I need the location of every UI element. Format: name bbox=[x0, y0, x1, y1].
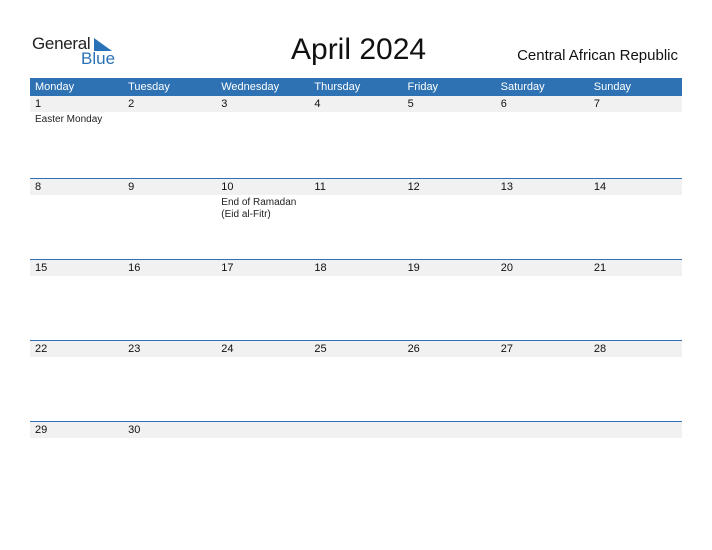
day-cell: 14 bbox=[589, 179, 682, 260]
day-number: 21 bbox=[593, 262, 607, 274]
day-number: 3 bbox=[221, 98, 228, 110]
day-number: 11 bbox=[314, 181, 326, 193]
day-cell: 26 bbox=[403, 341, 496, 422]
day-number: 22 bbox=[35, 343, 48, 355]
holiday-label: End of Ramadan (Eid al-Fitr) bbox=[221, 197, 297, 220]
logo-blue-text: Blue bbox=[81, 49, 116, 68]
day-cell: 18 bbox=[309, 260, 402, 341]
day-cell: 12 bbox=[403, 179, 496, 260]
day-cell: 13 bbox=[496, 179, 589, 260]
day-number: 20 bbox=[500, 262, 513, 274]
day-cell bbox=[496, 422, 589, 503]
day-number: 10 bbox=[221, 181, 234, 193]
week-row: 15 16 17 18 19 20 21 bbox=[30, 259, 682, 341]
day-cell: 28 bbox=[589, 341, 682, 422]
day-cell: 16 bbox=[123, 260, 216, 341]
day-cell: 3 bbox=[216, 96, 309, 177]
day-cell: 25 bbox=[309, 341, 402, 422]
weekday-saturday: Saturday bbox=[500, 81, 545, 93]
day-number: 6 bbox=[500, 98, 507, 110]
day-cell: 21 bbox=[589, 260, 682, 341]
day-cell: 6 bbox=[496, 96, 589, 177]
day-number: 4 bbox=[314, 98, 321, 110]
day-cell bbox=[309, 422, 402, 503]
weekday-friday: Friday bbox=[407, 81, 439, 93]
day-number: 15 bbox=[35, 262, 48, 274]
day-cell: 4 bbox=[309, 96, 402, 177]
day-cell bbox=[589, 422, 682, 503]
logo: General Blue bbox=[32, 34, 122, 70]
weekday-wednesday: Wednesday bbox=[221, 81, 280, 93]
day-number: 23 bbox=[128, 343, 141, 355]
day-cell: 9 bbox=[123, 179, 216, 260]
weekday-sunday: Sunday bbox=[593, 81, 632, 93]
day-number: 1 bbox=[35, 98, 42, 110]
day-cell: 5 bbox=[403, 96, 496, 177]
weekday-header: Monday Tuesday Wednesday Thursday Friday… bbox=[30, 78, 682, 96]
day-number: 8 bbox=[35, 181, 42, 193]
day-cell: 22 bbox=[30, 341, 123, 422]
day-number: 30 bbox=[128, 424, 141, 436]
day-number: 29 bbox=[35, 424, 48, 436]
day-number: 16 bbox=[128, 262, 141, 274]
week-row: 8 9 10 End of Ramadan (Eid al-Fitr) 11 12 13 14 bbox=[30, 178, 682, 260]
week-row: 22 23 24 25 26 27 28 bbox=[30, 340, 682, 422]
day-number: 27 bbox=[500, 343, 513, 355]
day-cell: 17 bbox=[216, 260, 309, 341]
day-number: 7 bbox=[593, 98, 600, 110]
day-cell: 23 bbox=[123, 341, 216, 422]
calendar-title: April 2024 bbox=[291, 33, 427, 66]
weekday-tuesday: Tuesday bbox=[128, 81, 170, 93]
day-number: 28 bbox=[593, 343, 607, 355]
day-number: 26 bbox=[407, 343, 420, 355]
country-name: Central African Republic bbox=[517, 47, 678, 64]
day-number: 17 bbox=[221, 262, 234, 274]
day-number: 5 bbox=[407, 98, 414, 110]
day-number: 9 bbox=[128, 181, 135, 193]
day-number: 14 bbox=[593, 181, 607, 193]
day-cell: 24 bbox=[216, 341, 309, 422]
day-cell: 2 bbox=[123, 96, 216, 177]
day-cell: 29 bbox=[30, 422, 123, 503]
day-cell bbox=[216, 422, 309, 503]
day-cell: 8 bbox=[30, 179, 123, 260]
week-row: 29 30 bbox=[30, 421, 682, 503]
day-number: 24 bbox=[221, 343, 234, 355]
day-number: 13 bbox=[500, 181, 513, 193]
day-cell: 19 bbox=[403, 260, 496, 341]
day-number: 2 bbox=[128, 98, 135, 110]
day-cell: 7 bbox=[589, 96, 682, 177]
day-number: 12 bbox=[407, 181, 420, 193]
day-cell: 11 bbox=[309, 179, 402, 260]
day-cell: 10 End of Ramadan (Eid al-Fitr) bbox=[216, 179, 309, 260]
day-cell: 20 bbox=[496, 260, 589, 341]
day-cell: 15 bbox=[30, 260, 123, 341]
day-number: 18 bbox=[314, 262, 327, 274]
day-cell: 27 bbox=[496, 341, 589, 422]
weekday-thursday: Thursday bbox=[314, 81, 361, 93]
day-cell: 30 bbox=[123, 422, 216, 503]
day-number: 19 bbox=[407, 262, 420, 274]
day-cell bbox=[403, 422, 496, 503]
day-cell: 1 Easter Monday bbox=[30, 96, 123, 177]
week-row: 1 Easter Monday 2 3 4 5 6 7 bbox=[30, 96, 682, 177]
day-number: 25 bbox=[314, 343, 327, 355]
weekday-monday: Monday bbox=[35, 81, 75, 93]
holiday-label: Easter Monday bbox=[35, 114, 103, 125]
